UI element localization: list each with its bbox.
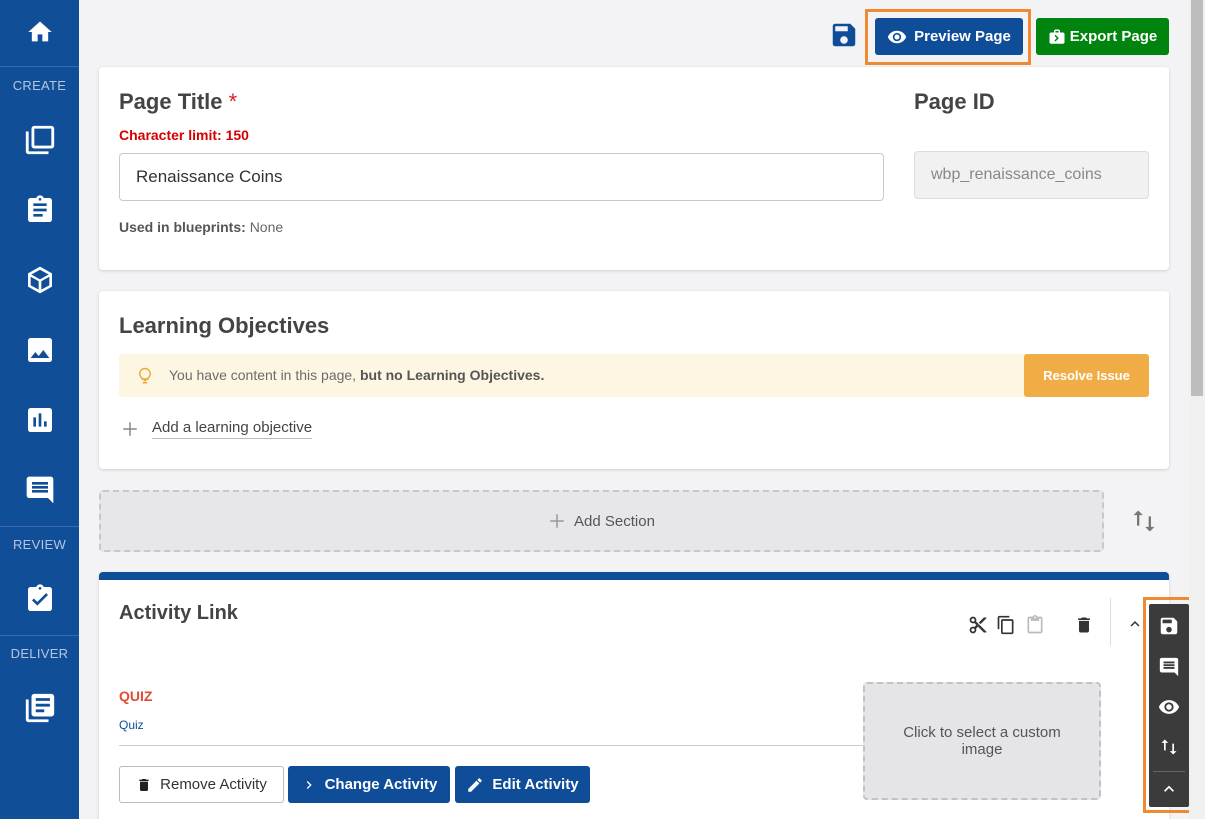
export-page-label: Export Page (1069, 28, 1158, 45)
export-page-button[interactable]: Export Page (1036, 18, 1169, 55)
activity-type-label: QUIZ (119, 688, 153, 704)
page-title-input[interactable]: Renaissance Coins (119, 153, 884, 201)
copy-icon[interactable] (996, 615, 1016, 640)
plus-icon (550, 514, 564, 528)
cube-icon[interactable] (0, 260, 79, 300)
preview-page-button[interactable]: Preview Page (875, 18, 1023, 55)
add-section-button[interactable]: Add Section (99, 490, 1104, 552)
activity-divider (119, 745, 864, 746)
review-check-icon[interactable] (0, 579, 79, 619)
export-briefcase-icon (1049, 29, 1065, 44)
warning-bold: but no Learning Objectives. (359, 367, 545, 383)
image-icon[interactable] (0, 330, 79, 370)
used-in-value: None (249, 219, 284, 235)
save-icon[interactable] (829, 20, 859, 50)
preview-page-label: Preview Page (914, 28, 1011, 45)
bar-chart-icon[interactable] (0, 400, 79, 440)
remove-activity-button[interactable]: Remove Activity (119, 766, 284, 803)
plus-icon (123, 422, 137, 436)
collapse-chevron-icon[interactable] (1126, 615, 1144, 638)
home-icon[interactable] (0, 14, 79, 50)
comment-icon[interactable] (0, 470, 79, 510)
used-in-label: Used in blueprints: (119, 219, 246, 235)
sidebar-divider (0, 635, 79, 636)
paste-icon[interactable] (1025, 615, 1045, 640)
sidebar: CREATE REVIEW DELIVER (0, 0, 79, 819)
learning-objectives-card: Learning Objectives You have content in … (99, 291, 1169, 469)
change-activity-label: Change Activity (324, 776, 438, 793)
required-mark: * (228, 89, 238, 114)
learning-objectives-warning: You have content in this page, but no Le… (119, 354, 1149, 397)
custom-image-selector[interactable]: Click to select a custom image (863, 682, 1101, 800)
page-title-label: Page Title (119, 89, 223, 114)
cut-icon[interactable] (968, 615, 988, 640)
reorder-icon[interactable] (1130, 505, 1158, 542)
page-title-heading: Page Title * (119, 89, 237, 115)
scrollbar-thumb[interactable] (1191, 0, 1203, 396)
pencil-icon (468, 777, 483, 792)
eye-icon (887, 30, 907, 43)
character-limit: Character limit: 150 (119, 127, 249, 143)
warning-prefix: You have content in this page, (169, 367, 357, 383)
deliver-library-icon[interactable] (0, 688, 79, 728)
learning-objectives-heading: Learning Objectives (119, 313, 330, 338)
edit-activity-button[interactable]: Edit Activity (455, 766, 590, 803)
remove-activity-label: Remove Activity (160, 776, 267, 793)
activity-type-sub: Quiz (119, 718, 144, 732)
sidebar-section-create: CREATE (12, 78, 67, 93)
pages-icon[interactable] (0, 120, 79, 160)
trash-icon (139, 778, 149, 791)
add-learning-objective-label: Add a learning objective (152, 419, 313, 439)
used-in-blueprints: Used in blueprints: None (119, 219, 283, 235)
warning-text: You have content in this page, but no Le… (169, 367, 544, 383)
sidebar-divider (0, 526, 79, 527)
floating-toolbar-highlight (1143, 597, 1193, 813)
delete-icon[interactable] (1074, 615, 1094, 640)
edit-activity-label: Edit Activity (492, 776, 579, 793)
page-id-field: wbp_renaissance_coins (914, 151, 1149, 199)
add-section-label: Add Section (574, 512, 655, 530)
toolbar-divider (1110, 598, 1111, 646)
page-title-card: Page Title * Character limit: 150 Renais… (99, 67, 1169, 270)
lightbulb-icon (139, 367, 151, 384)
activity-title: Activity Link (119, 602, 238, 624)
sidebar-divider (0, 66, 79, 67)
activity-link-card: Activity Link QUIZ Quiz Click to select … (99, 572, 1169, 819)
chevron-right-icon (306, 780, 312, 789)
sidebar-section-review: REVIEW (12, 537, 67, 552)
resolve-issue-button[interactable]: Resolve Issue (1024, 354, 1149, 397)
add-learning-objective-link[interactable]: Add a learning objective (121, 419, 313, 439)
page-id-heading: Page ID (914, 89, 995, 114)
assignment-icon[interactable] (0, 190, 79, 230)
sidebar-section-deliver: DELIVER (10, 646, 69, 661)
change-activity-button[interactable]: Change Activity (288, 766, 450, 803)
